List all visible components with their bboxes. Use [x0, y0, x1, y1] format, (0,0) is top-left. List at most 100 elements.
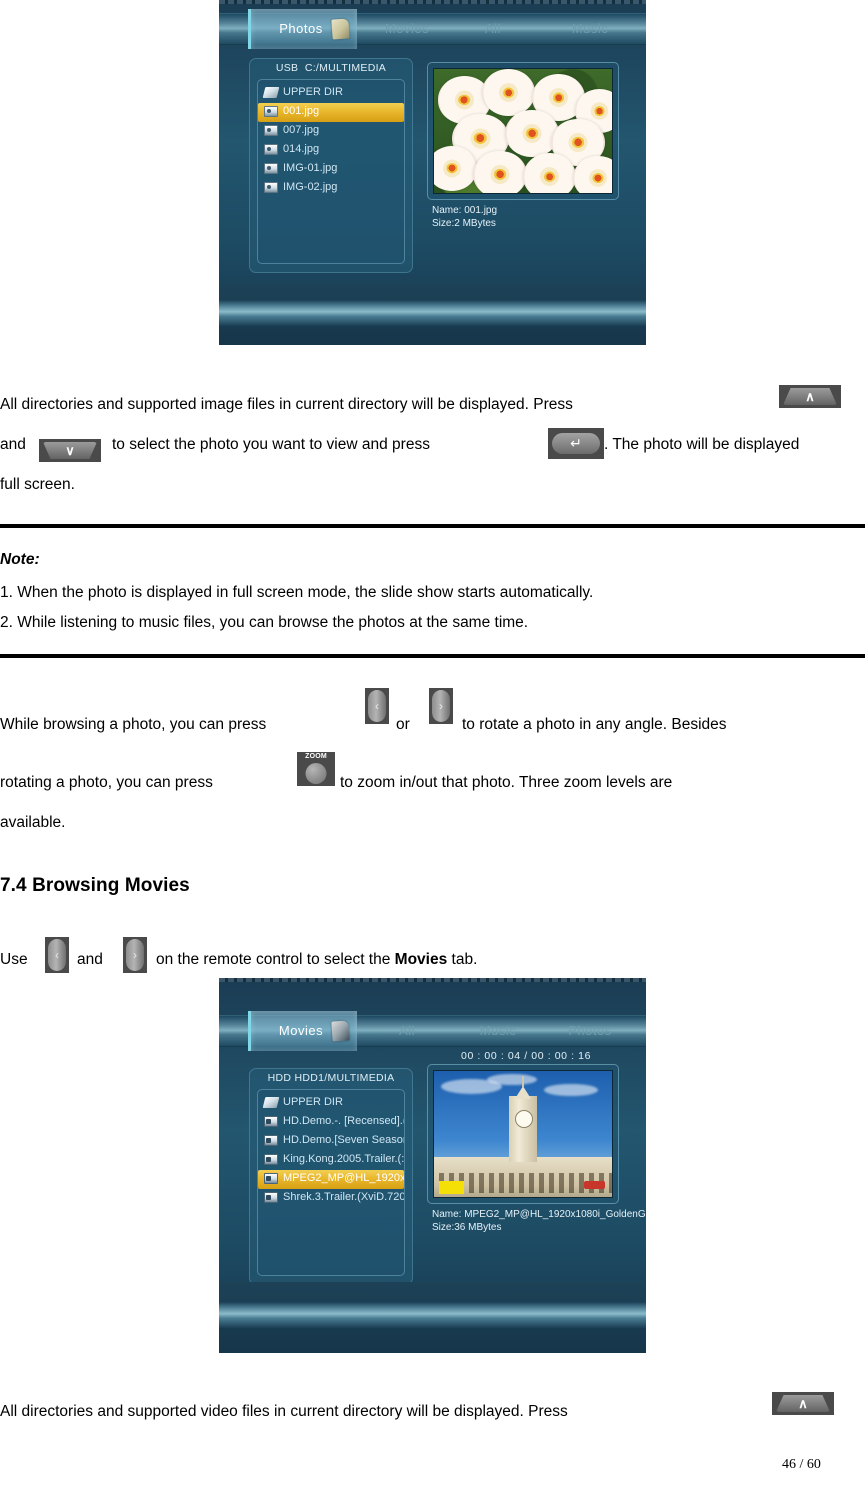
paragraph-1-text-e: full screen.	[0, 476, 75, 493]
photos-file-browser-panel: USB C:/MULTIMEDIA UPPER DIR 001.jpg 007.…	[249, 58, 413, 273]
photos-file-name: IMG-02.jpg	[283, 181, 338, 193]
list-item[interactable]: IMG-01.jpg	[258, 160, 404, 179]
image-file-icon	[264, 105, 278, 117]
right-key-icon-1: ›	[429, 688, 453, 724]
video-preview-image	[433, 1070, 613, 1198]
paragraph-2-line-1b: to rotate a photo in any angle. Besides	[462, 705, 727, 745]
list-item[interactable]: King.Kong.2005.Trailer.(:	[258, 1151, 404, 1170]
paragraph-2-line-2b: to zoom in/out that photo. Three zoom le…	[340, 763, 672, 803]
note-top-rule	[0, 524, 865, 528]
manual-page: Photos Movies All Music USB C:/MULTIMEDI…	[0, 0, 865, 1489]
movies-file-name: HD.Demo.-. [Recensed].(1	[283, 1115, 404, 1127]
left-key-icon-2: ‹	[45, 937, 69, 973]
section-heading-7-4: 7.4 Browsing Movies	[0, 875, 190, 896]
list-item[interactable]: IMG-02.jpg	[258, 179, 404, 198]
paragraph-2-line-1: While browsing a photo, you can press	[0, 705, 266, 745]
movies-timecode: 00 : 00 : 04 / 00 : 00 : 16	[461, 1050, 592, 1062]
paragraph-2-text-f: available.	[0, 814, 66, 831]
paragraph-2-line-3: available.	[0, 803, 66, 843]
clock-tower-video-art	[434, 1071, 612, 1197]
down-key-icon-1: ∨	[39, 439, 101, 462]
list-item[interactable]: 007.jpg	[258, 122, 404, 141]
photos-path-device: USB	[275, 62, 299, 74]
photos-file-name: UPPER DIR	[283, 86, 343, 98]
list-item[interactable]: UPPER DIR	[258, 84, 404, 103]
tab-movies[interactable]: Movies	[364, 14, 450, 44]
paragraph-2-text-b: or	[396, 716, 410, 733]
up-key-icon-2: ∧	[772, 1392, 834, 1415]
note-item-2: 2. While listening to music files, you c…	[0, 614, 529, 631]
movies-file-name: UPPER DIR	[283, 1096, 343, 1108]
paragraph-2-line-2: rotating a photo, you can press	[0, 763, 213, 803]
photos-file-name: 014.jpg	[283, 143, 320, 155]
up-chevron-glyph: ∧	[805, 389, 815, 404]
tab-music[interactable]: Music	[459, 1016, 537, 1046]
photos-meta: Name: 001.jpg Size:2 MBytes	[432, 204, 632, 230]
note-bottom-rule	[0, 654, 865, 658]
paragraph-2-text-c: to rotate a photo in any angle. Besides	[462, 716, 727, 733]
zoom-key-icon: ZOOM	[297, 752, 335, 786]
tab-music-label: Music	[571, 21, 609, 36]
paragraph-2-text-a: While browsing a photo, you can press	[0, 716, 267, 733]
photos-file-list[interactable]: UPPER DIR 001.jpg 007.jpg 014.jpg IMG-01…	[257, 79, 405, 264]
list-item[interactable]: UPPER DIR	[258, 1094, 404, 1113]
paragraph-1-text-d: . The photo will be displayed	[604, 436, 800, 453]
list-item[interactable]: MPEG2_MP@HL_1920x1	[258, 1170, 404, 1189]
movies-file-name: HD.Demo.[Seven Seasons	[283, 1134, 404, 1146]
movies-file-name: King.Kong.2005.Trailer.(:	[283, 1153, 404, 1165]
note-item-1: 1. When the photo is displayed in full s…	[0, 584, 594, 601]
left-chevron-glyph: ‹	[55, 948, 59, 962]
down-chevron-glyph: ∨	[65, 443, 75, 458]
list-item[interactable]: 014.jpg	[258, 141, 404, 160]
list-item[interactable]: 001.jpg	[258, 103, 404, 122]
image-file-icon	[264, 143, 278, 155]
tab-music-label: Music	[479, 1023, 517, 1038]
flower-photo-art	[434, 69, 612, 193]
zoom-knob	[305, 763, 327, 784]
movies-file-browser-panel: HDD HDD1/MULTIMEDIA UPPER DIR HD.Demo.-.…	[249, 1068, 413, 1285]
photos-file-name: IMG-01.jpg	[283, 162, 338, 174]
tab-all[interactable]: All	[364, 1016, 450, 1046]
paragraph-3-text-and: and	[77, 940, 103, 980]
photos-preview-frame	[427, 62, 619, 200]
paragraph-4-line-1: All directories and supported video file…	[0, 1392, 568, 1432]
video-file-icon	[264, 1153, 278, 1165]
paragraph-1-line-1: All directories and supported image file…	[0, 385, 573, 425]
image-file-icon	[264, 162, 278, 174]
right-chevron-glyph: ›	[439, 699, 443, 713]
tab-all[interactable]: All	[459, 14, 527, 44]
paragraph-1-line-3: full screen.	[0, 465, 75, 505]
movies-meta: Name: MPEG2_MP@HL_1920x1080i_GoldenGat S…	[432, 1208, 646, 1234]
movies-preview-frame	[427, 1064, 619, 1204]
paragraph-2-text-d: rotating a photo, you can press	[0, 774, 213, 791]
paragraph-1-line-2c: . The photo will be displayed	[604, 425, 799, 465]
paragraph-1-line-2: and	[0, 425, 26, 465]
movies-meta-name: Name: MPEG2_MP@HL_1920x1080i_GoldenGat	[432, 1209, 646, 1220]
enter-arrow-glyph: ↵	[570, 435, 582, 451]
paragraph-1-text-c: to select the photo you want to view and…	[112, 436, 430, 453]
list-item[interactable]: Shrek.3.Trailer.(XviD.720	[258, 1189, 404, 1208]
photos-path-bar: USB C:/MULTIMEDIA	[250, 62, 412, 74]
right-chevron-glyph: ›	[133, 948, 137, 962]
photo-preview-image	[433, 68, 613, 194]
tab-photos-label: Photos	[279, 21, 323, 36]
list-item[interactable]: HD.Demo.-. [Recensed].(1	[258, 1113, 404, 1132]
video-file-icon	[264, 1134, 278, 1146]
folder-icon	[262, 1096, 280, 1108]
tab-music[interactable]: Music	[547, 14, 633, 44]
movies-bottom-bar	[219, 1302, 646, 1328]
tab-photos[interactable]: Photos	[547, 1016, 633, 1046]
movies-tab-bar: Movies All Music Photos	[219, 1011, 646, 1051]
movies-file-list[interactable]: UPPER DIR HD.Demo.-. [Recensed].(1 HD.De…	[257, 1089, 405, 1276]
paragraph-1-text-b: and	[0, 436, 26, 453]
paragraph-4-text-a: All directories and supported video file…	[0, 1403, 568, 1420]
left-chevron-glyph: ‹	[375, 699, 379, 713]
photos-path-value: C:/MULTIMEDIA	[304, 62, 387, 74]
note-title: Note:	[0, 551, 40, 568]
movies-file-name: Shrek.3.Trailer.(XviD.720	[283, 1191, 404, 1203]
list-item[interactable]: HD.Demo.[Seven Seasons	[258, 1132, 404, 1151]
paragraph-1-line-2b: to select the photo you want to view and…	[112, 425, 430, 465]
photos-tab-bar: Photos Movies All Music	[219, 9, 646, 49]
photos-bottom-bar	[219, 300, 646, 326]
paragraph-3-text-b: and	[77, 951, 103, 968]
